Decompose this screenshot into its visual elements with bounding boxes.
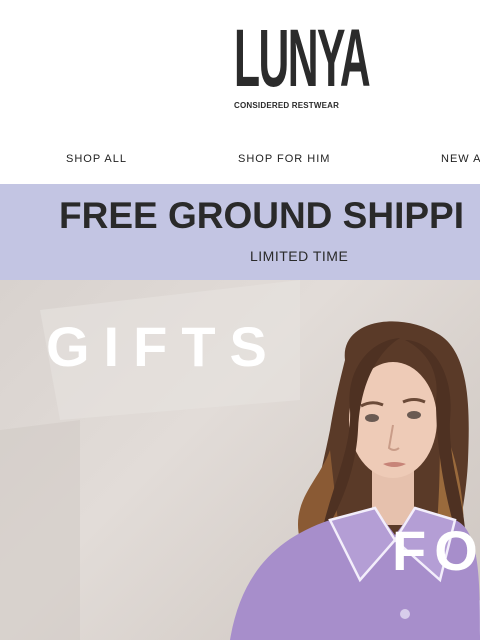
brand-logo[interactable]: LUNYA CONSIDERED RESTWEAR — [234, 13, 371, 111]
nav-item-shop-all[interactable]: SHOP ALL — [66, 153, 127, 165]
nav-item-new-arrivals[interactable]: NEW A — [441, 153, 480, 165]
main-nav: SHOP ALL SHOP FOR HIM NEW A — [0, 140, 480, 184]
promo-headline: FREE GROUND SHIPPI — [59, 195, 464, 236]
brand-tagline: CONSIDERED RESTWEAR — [234, 101, 340, 110]
hero-heading-for: FO — [392, 519, 480, 582]
nav-item-shop-for-him[interactable]: SHOP FOR HIM — [238, 153, 330, 165]
hero-banner[interactable]: GIFTS FO — [0, 280, 480, 640]
promo-subtext: LIMITED TIME — [250, 248, 349, 264]
hero-heading-gifts: GIFTS — [46, 315, 281, 378]
site-header: LUNYA CONSIDERED RESTWEAR — [0, 0, 480, 140]
brand-logo-wordmark: LUNYA — [234, 13, 371, 104]
promo-banner[interactable]: FREE GROUND SHIPPI LIMITED TIME — [0, 184, 480, 280]
